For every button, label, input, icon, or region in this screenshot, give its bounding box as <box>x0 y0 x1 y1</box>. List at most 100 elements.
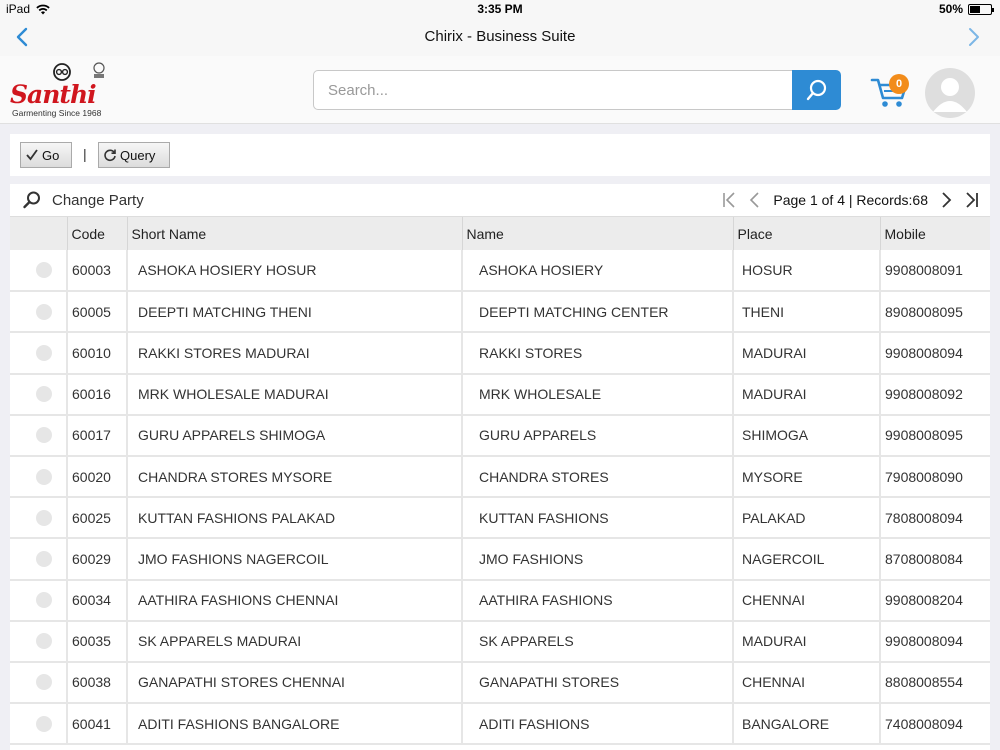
row-select-radio[interactable] <box>36 592 52 609</box>
prev-page-button[interactable] <box>747 191 763 209</box>
select-cell <box>10 579 68 621</box>
mobile-cell: 9908008092 <box>885 386 963 403</box>
name-cell: KUTTAN FASHIONS <box>462 497 734 539</box>
last-page-icon <box>966 192 978 208</box>
cart-count-badge: 0 <box>889 74 909 94</box>
mobile-cell: 8708008084 <box>885 550 963 567</box>
table-row[interactable]: 60038 GANAPATHI STORES CHENNAI GANAPATHI S… <box>10 661 990 704</box>
app-header: Santhi Garmenting Since 1968 <box>0 56 1000 124</box>
place-cell: NAGERCOIL <box>733 538 881 580</box>
name-column-header[interactable]: Name <box>462 217 734 250</box>
row-select-radio[interactable] <box>36 427 52 444</box>
short-name-cell: MRK WHOLESALE MADURAI <box>127 373 463 415</box>
row-select-radio[interactable] <box>36 674 52 691</box>
battery-percent: 50% <box>938 2 963 16</box>
next-page-icon <box>942 192 952 208</box>
go-button[interactable]: Go <box>20 142 72 168</box>
place-cell: HOSUR <box>733 250 881 292</box>
mobile-cell: 7808008094 <box>885 509 963 526</box>
query-button[interactable]: Query <box>98 142 170 168</box>
table-row[interactable]: 60005 DEEPTI MATCHING THENI DEEPTI MATCHIN… <box>10 291 990 333</box>
table-row[interactable]: 60016 MRK WHOLESALE MADURAI MRK WHOLESALE M… <box>10 373 990 415</box>
mobile-cell: 9908008094 <box>885 344 963 361</box>
row-select-radio[interactable] <box>36 344 52 361</box>
code-cell: 60041 <box>67 703 128 745</box>
name-cell: DEEPTI MATCHING CENTER <box>462 291 734 333</box>
magnifier-icon <box>23 191 40 209</box>
party-table: Code Short Name Name Place Mobile 60003 A… <box>10 217 990 745</box>
row-select-radio[interactable] <box>36 715 52 732</box>
short-name-column-header[interactable]: Short Name <box>127 217 463 250</box>
row-select-radio[interactable] <box>36 468 52 485</box>
table-row[interactable]: 60025 KUTTAN FASHIONS PALAKAD KUTTAN FASHI… <box>10 497 990 539</box>
code-cell: 60025 <box>67 497 128 539</box>
code-cell: 60034 <box>67 579 128 621</box>
first-page-icon <box>723 192 735 208</box>
row-select-radio[interactable] <box>36 386 52 403</box>
search-button[interactable] <box>792 70 841 110</box>
avatar[interactable] <box>925 68 975 118</box>
table-row[interactable]: 60041 ADITI FASHIONS BANGALORE ADITI FASHI… <box>10 703 990 745</box>
name-cell: JMO FASHIONS <box>462 538 734 580</box>
select-cell <box>10 538 68 580</box>
code-cell: 60035 <box>67 620 128 662</box>
first-page-button[interactable] <box>721 191 737 209</box>
pager: Page 1 of 4 | Records:68 <box>721 191 980 209</box>
table-row[interactable]: 60029 JMO FASHIONS NAGERCOIL JMO FASHIONS N… <box>10 538 990 580</box>
select-cell <box>10 455 68 498</box>
mobile-cell: 7408008094 <box>885 715 963 732</box>
code-cell: 60005 <box>67 291 128 333</box>
row-select-radio[interactable] <box>36 262 52 279</box>
name-cell: SK APPARELS <box>462 620 734 662</box>
toolbar-separator: | <box>83 146 87 162</box>
code-cell: 60038 <box>67 661 128 704</box>
row-select-radio[interactable] <box>36 509 52 526</box>
action-toolbar: Go | Query <box>10 134 990 176</box>
forward-chevron-icon[interactable] <box>962 26 984 48</box>
name-cell: RAKKI STORES <box>462 332 734 374</box>
change-party-button[interactable]: Change Party <box>22 190 144 210</box>
table-row[interactable]: 60020 CHANDRA STORES MYSORE CHANDRA STORES… <box>10 455 990 498</box>
select-cell <box>10 250 68 292</box>
place-cell: MADURAI <box>733 332 881 374</box>
place-column-header[interactable]: Place <box>733 217 881 250</box>
table-row[interactable]: 60034 AATHIRA FASHIONS CHENNAI AATHIRA FAS… <box>10 579 990 621</box>
status-bar: iPad 3:35 PM 50% <box>0 0 1000 18</box>
row-select-radio[interactable] <box>36 550 52 567</box>
code-cell: 60010 <box>67 332 128 374</box>
brand-logo: Santhi Garmenting Since 1968 <box>10 60 114 120</box>
name-cell: MRK WHOLESALE <box>462 373 734 415</box>
select-cell <box>10 414 68 456</box>
search-input[interactable] <box>313 70 793 110</box>
row-select-radio[interactable] <box>36 303 52 320</box>
select-cell <box>10 291 68 333</box>
nav-title: Chirix - Business Suite <box>424 28 576 45</box>
select-cell <box>10 373 68 415</box>
code-cell: 60003 <box>67 250 128 292</box>
emblem-icon <box>53 63 71 81</box>
name-cell: ADITI FASHIONS <box>462 703 734 745</box>
row-select-radio[interactable] <box>36 633 52 650</box>
last-page-button[interactable] <box>964 191 980 209</box>
table-row[interactable]: 60003 ASHOKA HOSIERY HOSUR ASHOKA HOSIERY H… <box>10 250 990 292</box>
table-row[interactable]: 60035 SK APPARELS MADURAI SK APPARELS MADUR… <box>10 620 990 662</box>
select-cell <box>10 620 68 662</box>
name-cell: ASHOKA HOSIERY <box>462 250 734 292</box>
short-name-cell: SK APPARELS MADURAI <box>127 620 463 662</box>
short-name-cell: CHANDRA STORES MYSORE <box>127 455 463 498</box>
next-page-button[interactable] <box>938 191 954 209</box>
place-cell: THENI <box>733 291 881 333</box>
table-header-row: Code Short Name Name Place Mobile <box>10 217 990 250</box>
nav-bar: Chirix - Business Suite <box>0 18 1000 56</box>
select-cell <box>10 703 68 745</box>
table-row[interactable]: 60017 GURU APPARELS SHIMOGA GURU APPARELS S… <box>10 414 990 456</box>
mobile-cell: 8808008554 <box>885 674 963 691</box>
table-row[interactable]: 60010 RAKKI STORES MADURAI RAKKI STORES MAD… <box>10 332 990 374</box>
select-cell <box>10 497 68 539</box>
prev-page-icon <box>750 192 759 208</box>
short-name-cell: GANAPATHI STORES CHENNAI <box>127 661 463 704</box>
code-column-header[interactable]: Code <box>67 217 128 250</box>
mobile-column-header[interactable]: Mobile <box>880 217 990 250</box>
short-name-cell: JMO FASHIONS NAGERCOIL <box>127 538 463 580</box>
select-cell <box>10 332 68 374</box>
